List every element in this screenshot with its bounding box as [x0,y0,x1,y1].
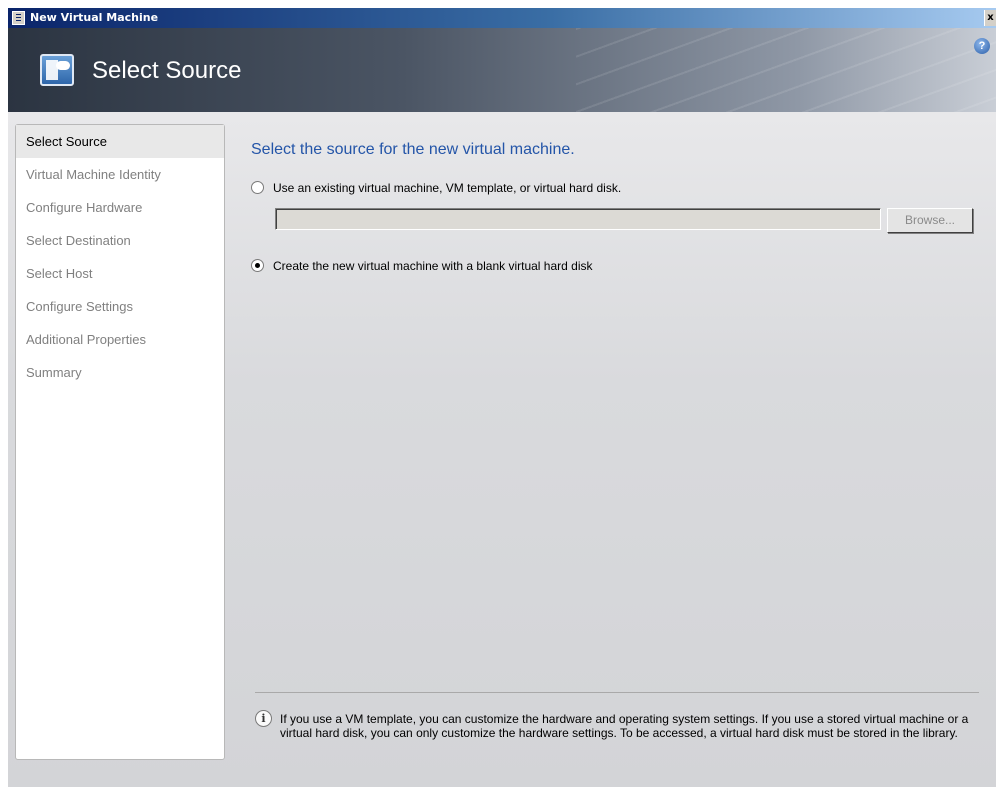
sidebar-item-summary[interactable]: Summary [16,356,224,389]
sidebar-item-select-destination[interactable]: Select Destination [16,224,224,257]
window-menu-icon[interactable] [12,11,25,25]
new-vm-icon [40,54,74,86]
sidebar-item-select-host[interactable]: Select Host [16,257,224,290]
help-icon[interactable]: ? [974,38,990,54]
wizard-steps-sidebar: Select Source Virtual Machine Identity C… [15,124,225,760]
info-text: If you use a VM template, you can custom… [280,712,969,740]
sidebar-item-select-source[interactable]: Select Source [16,125,224,158]
main-panel: Select the source for the new virtual ma… [245,112,985,787]
blank-disk-option[interactable]: Create the new virtual machine with a bl… [251,258,951,274]
sidebar-item-additional-properties[interactable]: Additional Properties [16,323,224,356]
existing-source-option[interactable]: Use an existing virtual machine, VM temp… [251,180,951,196]
close-button[interactable]: x [984,10,996,26]
sidebar-item-virtual-machine-identity[interactable]: Virtual Machine Identity [16,158,224,191]
sidebar-item-configure-settings[interactable]: Configure Settings [16,290,224,323]
sidebar-item-configure-hardware[interactable]: Configure Hardware [16,191,224,224]
page-title: Select Source [92,57,242,84]
divider [255,692,979,693]
blank-disk-label[interactable]: Create the new virtual machine with a bl… [273,259,593,273]
window-title-bar[interactable]: New Virtual Machine x [8,8,996,28]
browse-button[interactable]: Browse... [887,208,973,233]
source-path-field[interactable] [275,208,881,230]
wizard-banner: Select Source ? [8,28,996,112]
existing-source-label[interactable]: Use an existing virtual machine, VM temp… [273,181,621,195]
blank-disk-radio[interactable] [251,259,264,272]
wizard-content: Select Source Virtual Machine Identity C… [8,112,996,787]
section-heading: Select the source for the new virtual ma… [251,141,575,158]
existing-source-radio[interactable] [251,181,264,194]
window-title: New Virtual Machine [30,11,159,24]
info-icon: i [255,710,272,727]
